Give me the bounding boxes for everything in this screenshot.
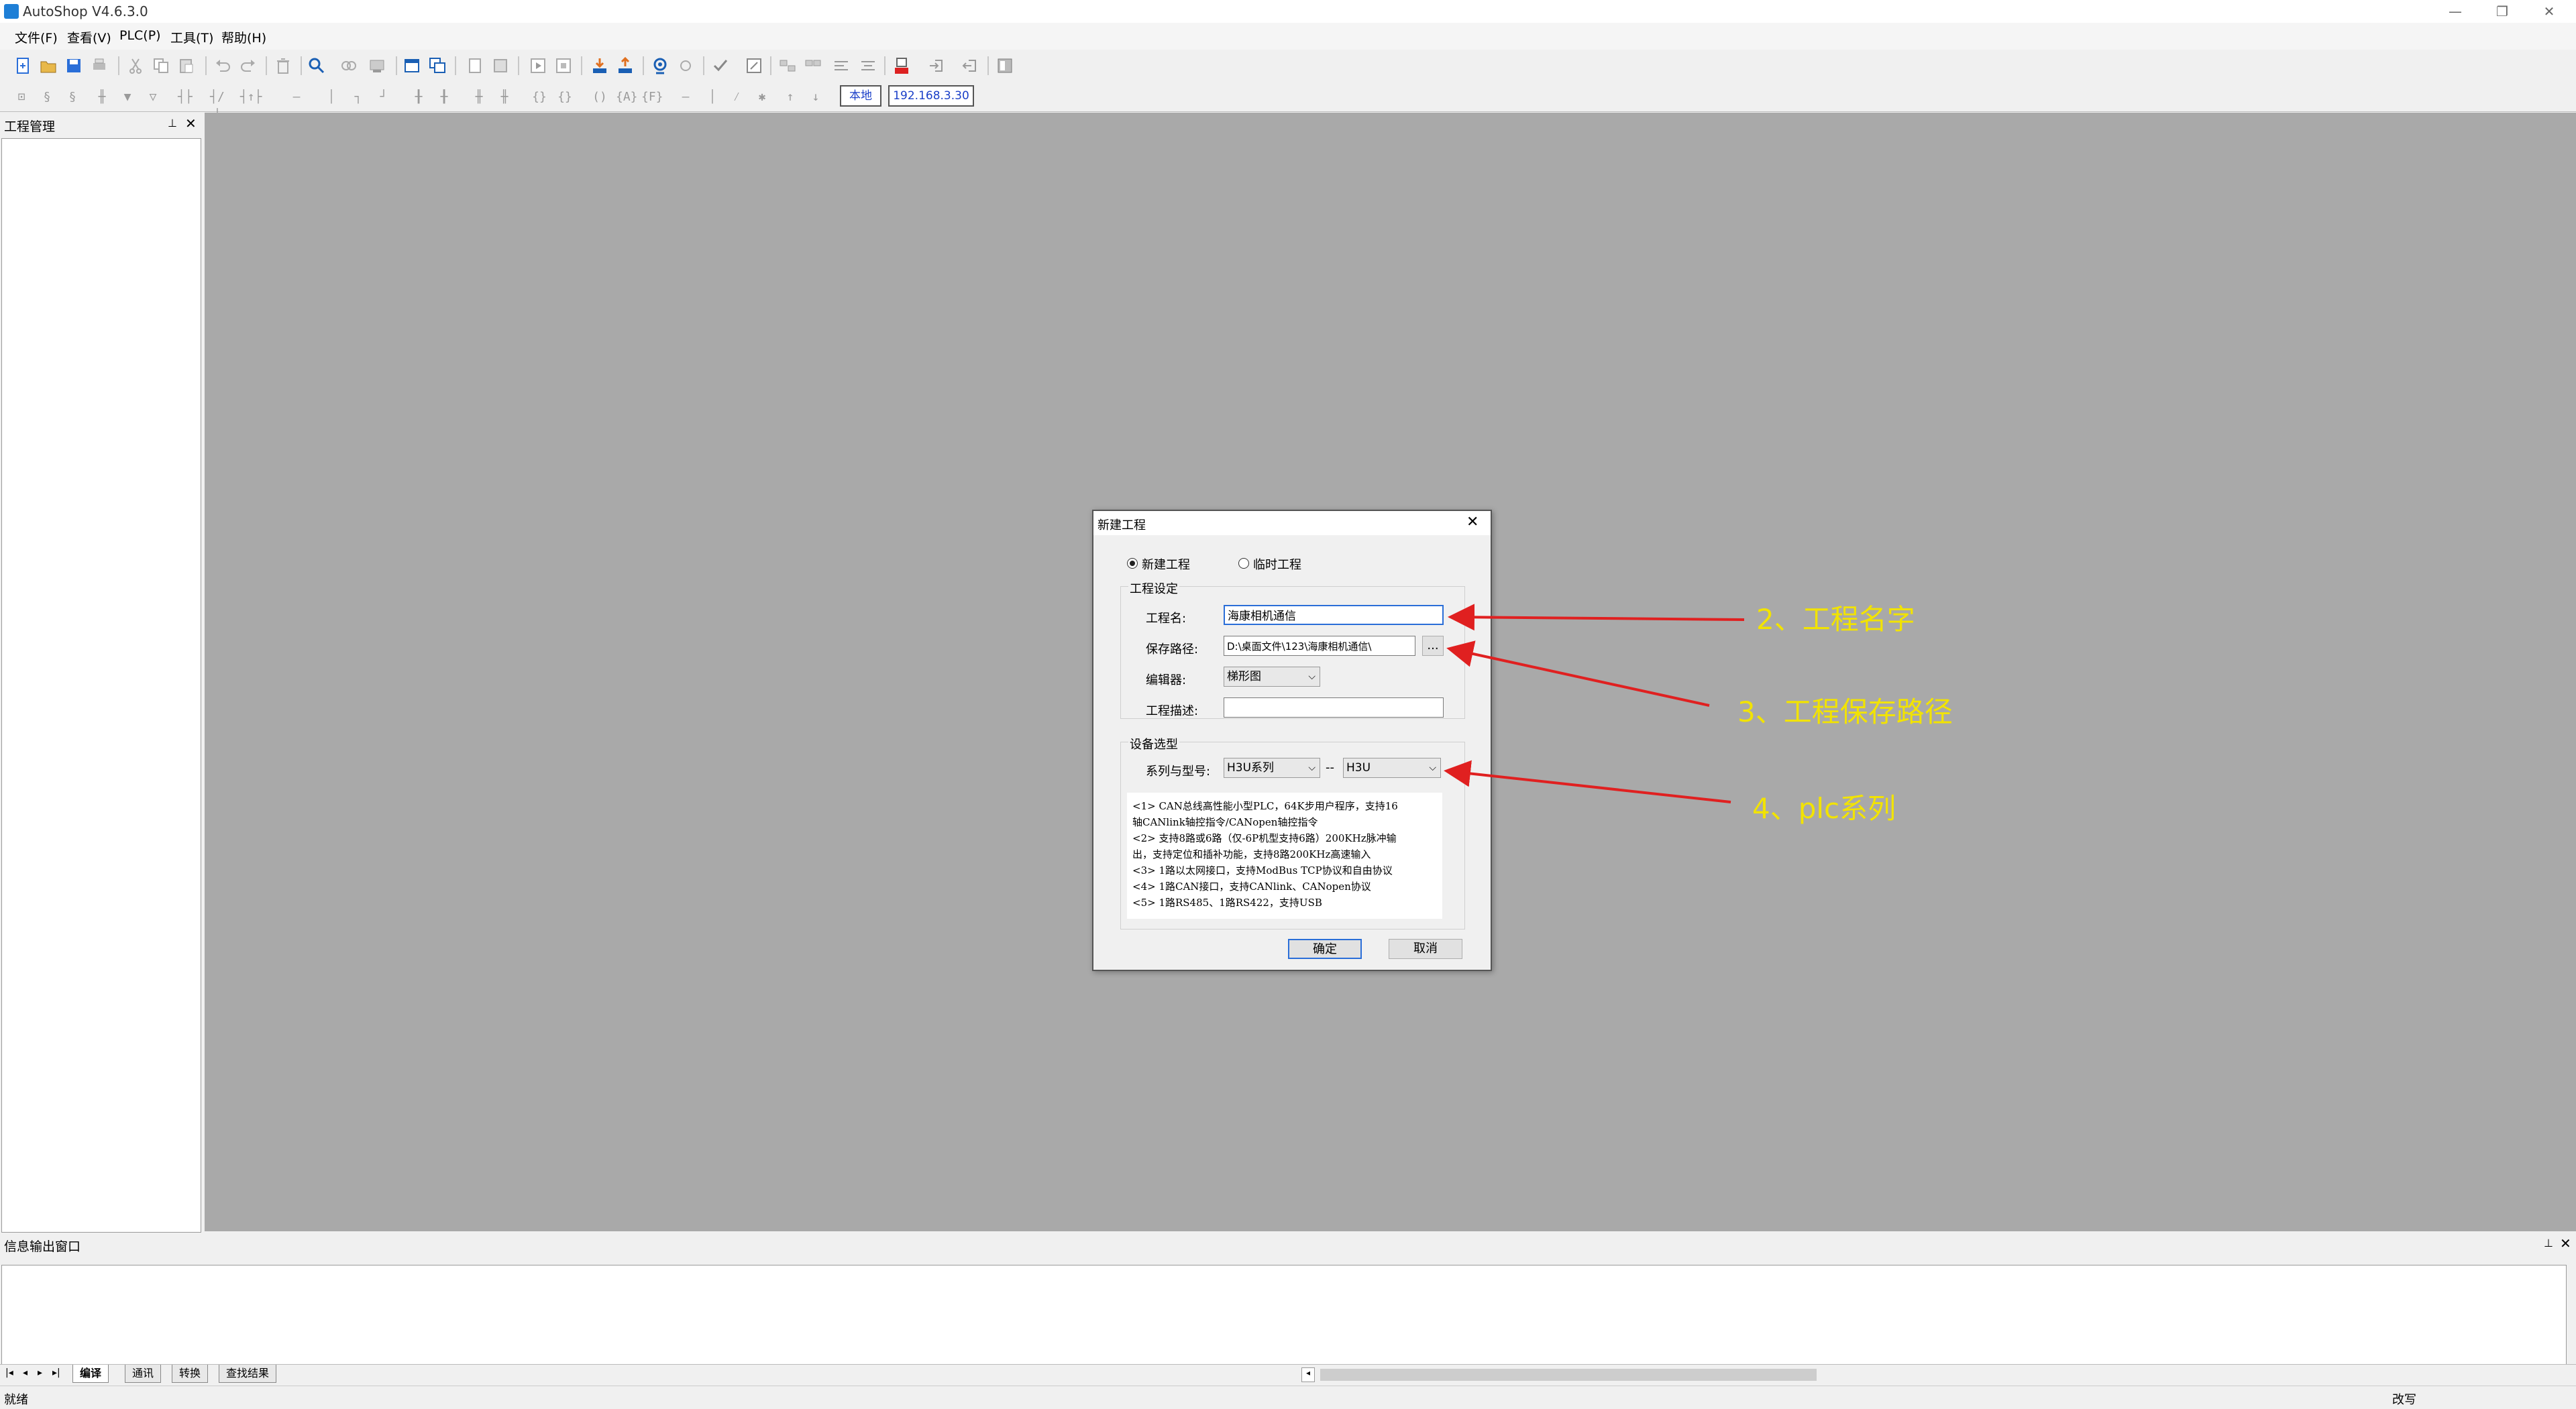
output-panel-title: 信息输出窗口	[4, 1239, 81, 1254]
output-tabs: |◂ ◂ ▸ ▸| 编译 通讯 转换 查找结果 ◂	[0, 1364, 2576, 1385]
annotation-project-name: 2、工程名字	[1756, 603, 1915, 636]
close-panel-icon[interactable]: ✕	[2560, 1235, 2571, 1251]
prev-tab-icon[interactable]: ◂	[23, 1367, 28, 1378]
tab-compile[interactable]: 编译	[72, 1365, 109, 1383]
output-panel-header: 信息输出窗口 ⊥ ✕	[0, 1233, 2576, 1257]
status-bar: 就绪 改写	[0, 1386, 2576, 1409]
tab-find-results[interactable]: 查找结果	[219, 1365, 277, 1383]
pin-icon[interactable]: ⊥	[2544, 1237, 2553, 1249]
annotation-plc-series: 4、plc系列	[1752, 792, 1896, 825]
status-mode: 改写	[2392, 1393, 2416, 1407]
next-tab-icon[interactable]: ▸	[38, 1367, 42, 1378]
arrow-plc-series	[1444, 760, 1731, 803]
scroll-left-icon[interactable]: ◂	[1301, 1367, 1315, 1382]
annotation-arrows	[1444, 604, 1745, 803]
horizontal-scrollbar[interactable]	[1320, 1369, 1817, 1381]
arrow-save-path	[1446, 640, 1710, 707]
tab-communication[interactable]: 通讯	[125, 1365, 162, 1383]
status-text: 就绪	[4, 1393, 28, 1407]
arrow-project-name	[1448, 604, 1745, 631]
tab-convert[interactable]: 转换	[172, 1365, 209, 1383]
output-log[interactable]	[1, 1265, 2567, 1365]
last-tab-icon[interactable]: ▸|	[52, 1367, 60, 1378]
first-tab-icon[interactable]: |◂	[5, 1367, 13, 1378]
annotation-save-path: 3、工程保存路径	[1737, 695, 1953, 728]
